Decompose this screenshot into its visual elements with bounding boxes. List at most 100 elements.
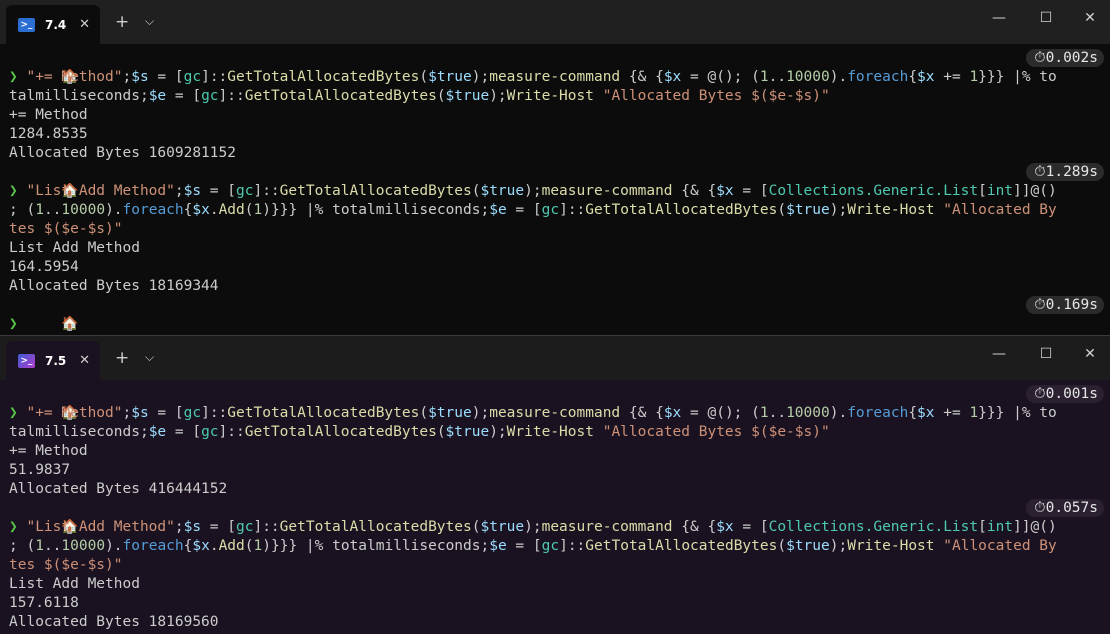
command-token: ); [471, 405, 490, 421]
command-token: ]:: [201, 69, 228, 85]
command-token: ; ( [9, 538, 36, 554]
command-token: "Allocated By [943, 202, 1057, 218]
command-text: "List Add Method";$s = [gc]::GetTotalAll… [26, 519, 1056, 535]
command-token: foreach [847, 69, 909, 85]
tab-7-4[interactable]: >_ 7.4 ✕ [6, 5, 100, 44]
command-token: ; ( [9, 202, 36, 218]
command-token: "+= Method" [26, 405, 123, 421]
command-token: tes $($e-$s)" [9, 221, 123, 237]
duration-badge: ⏱1.289s [1026, 163, 1104, 181]
command-token: ); [829, 538, 848, 554]
command-token: = [ [166, 424, 202, 440]
command-token: $x [917, 69, 935, 85]
tab-title: 7.5 [45, 353, 67, 368]
command-token: Add [218, 202, 245, 218]
terminal-output[interactable]: 🏠 ⏱0.002s ❯ "+= Method";$s = [gc]::GetTo… [0, 44, 1110, 334]
command-token: "Allocated Bytes $($e-$s)" [602, 424, 830, 440]
command-token: $true [480, 519, 525, 535]
command-token: gc [183, 69, 202, 85]
command-token: GetTotalAllocatedBytes [227, 69, 420, 85]
command-token: ). [105, 538, 123, 554]
chevron-down-icon[interactable]: ⌵ [145, 14, 154, 29]
command-token: ). [829, 405, 848, 421]
duration-badge: ⏱0.057s [1026, 499, 1104, 517]
command-token: talmilliseconds; [9, 88, 149, 104]
command-token: $e [489, 538, 507, 554]
command-token: ( [419, 69, 429, 85]
command-token: .. [43, 202, 62, 218]
command-token: = @(); ( [681, 405, 760, 421]
command-line: tes $($e-$s)" [9, 220, 1110, 239]
command-token: $x [716, 519, 734, 535]
maximize-button[interactable]: ☐ [1034, 10, 1058, 26]
command-token: 10000 [61, 202, 106, 218]
command-token: = [ [506, 538, 542, 554]
tab-title: 7.4 [45, 17, 67, 32]
command-text: "List Add Method";$s = [gc]::GetTotalAll… [26, 183, 1056, 199]
command-token: . [209, 538, 219, 554]
command-token: Collections.Generic.List [768, 183, 979, 199]
command-line: talmilliseconds;$e = [gc]::GetTotalAlloc… [9, 423, 1110, 442]
command-token: ( [419, 405, 429, 421]
command-token: "+= Method" [26, 69, 123, 85]
command-token: measure-command [489, 69, 621, 85]
chevron-down-icon[interactable]: ⌵ [145, 350, 154, 365]
command-token: [ [978, 183, 987, 199]
minimize-button[interactable]: — [987, 10, 1011, 26]
command-text: ; (1..10000).foreach{$x.Add(1)}}} |% tot… [9, 538, 1057, 554]
command-token [935, 202, 944, 218]
output-line: List Add Method [9, 240, 140, 256]
command-token: GetTotalAllocatedBytes [279, 183, 472, 199]
command-token: ( [436, 88, 446, 104]
command-token: GetTotalAllocatedBytes [244, 424, 437, 440]
command-token: = [ [148, 69, 184, 85]
new-tab-button[interactable]: + [115, 348, 129, 368]
command-line: ❯ "List Add Method";$s = [gc]::GetTotalA… [9, 518, 1110, 537]
command-token: $s [183, 183, 202, 199]
command-token: ). [829, 69, 848, 85]
command-line: ❯ "List Add Method";$s = [gc]::GetTotalA… [9, 182, 1110, 201]
close-window-button[interactable]: ✕ [1078, 10, 1102, 26]
command-token: 10000 [61, 538, 106, 554]
command-token: .. [768, 69, 787, 85]
powershell-icon: >_ [18, 17, 35, 32]
command-token: "Allocated Bytes $($e-$s)" [602, 88, 830, 104]
command-token: { [908, 69, 918, 85]
command-token: ]]@() [1013, 183, 1057, 199]
command-token: . [209, 202, 219, 218]
command-token: = [ [166, 88, 202, 104]
prompt-arrow: ❯ [9, 405, 18, 421]
command-token: $true [445, 424, 490, 440]
command-text: ; (1..10000).foreach{$x.Add(1)}}} |% tot… [9, 202, 1057, 218]
command-token: ); [471, 69, 490, 85]
new-tab-button[interactable]: + [115, 12, 129, 32]
terminal-output[interactable]: 🏠 ⏱0.001s ❯ "+= Method";$s = [gc]::GetTo… [0, 380, 1110, 632]
command-token: = [ [733, 519, 769, 535]
command-line: ❯ "+= Method";$s = [gc]::GetTotalAllocat… [9, 68, 1110, 87]
command-token: $x [716, 183, 734, 199]
close-tab-icon[interactable]: ✕ [79, 353, 90, 368]
output-line: List Add Method [9, 576, 140, 592]
command-token: ). [105, 202, 123, 218]
command-token: GetTotalAllocatedBytes [227, 405, 420, 421]
tab-7-5[interactable]: >_ 7.5 ✕ [6, 341, 100, 380]
command-line: ; (1..10000).foreach{$x.Add(1)}}} |% tot… [9, 201, 1110, 220]
command-token: $x [663, 69, 682, 85]
command-token: foreach [122, 538, 184, 554]
command-token: $e [148, 424, 167, 440]
close-tab-icon[interactable]: ✕ [79, 17, 90, 32]
command-token: $x [917, 405, 935, 421]
command-token: {& { [620, 69, 664, 85]
minimize-button[interactable]: — [987, 346, 1011, 362]
command-token: Add [218, 538, 245, 554]
duration-badge: ⏱0.002s [1026, 49, 1104, 67]
command-token: $s [131, 69, 149, 85]
command-token: foreach [122, 202, 184, 218]
terminal-window-7-4: >_ 7.4 ✕ + ⌵ — ☐ ✕ 🏠 ⏱0.002s ❯ "+= Metho… [0, 0, 1110, 335]
close-window-button[interactable]: ✕ [1078, 346, 1102, 362]
command-token: ( [436, 424, 446, 440]
command-token: gc [541, 538, 560, 554]
maximize-button[interactable]: ☐ [1034, 346, 1058, 362]
command-token: ); [524, 519, 542, 535]
command-token: 1 [35, 202, 44, 218]
